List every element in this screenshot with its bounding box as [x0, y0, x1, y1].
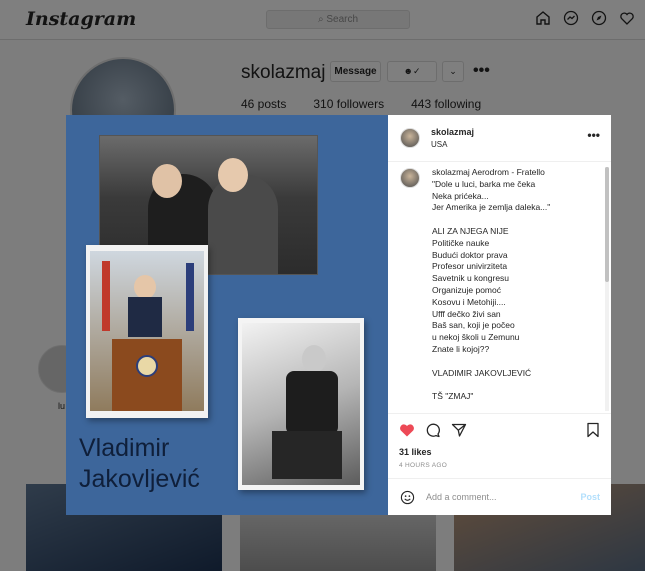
person-legs: [272, 431, 342, 479]
caption-username[interactable]: skolazmaj: [432, 167, 470, 177]
photo-congress-scene: [90, 251, 204, 411]
flag: [186, 263, 194, 331]
person-suit: [128, 297, 162, 337]
person-face: [218, 158, 248, 192]
post-header: skolazmaj USA •••: [388, 115, 611, 162]
seal-icon: [136, 355, 158, 377]
person-face: [134, 275, 156, 299]
likes-count[interactable]: 31 likes: [399, 447, 432, 457]
emoji-icon[interactable]: [400, 490, 415, 505]
photo-congress-podium: [86, 245, 208, 418]
post-location[interactable]: USA: [431, 140, 447, 149]
flag: [102, 261, 110, 331]
photo-bw-scene: [242, 323, 360, 485]
post-caption: skolazmaj Aerodrom - Fratello "Dole u lu…: [432, 167, 597, 411]
post-image: Vladimir Jakovljević: [66, 115, 388, 515]
photo-seated-portrait: [238, 318, 364, 490]
author-username[interactable]: skolazmaj: [431, 127, 474, 137]
comment-bar: Add a comment... Post: [388, 478, 611, 515]
person-face: [302, 345, 326, 373]
caption-scrollbar[interactable]: [605, 167, 609, 411]
caption-author-avatar[interactable]: [400, 168, 420, 188]
post-comment-button[interactable]: Post: [580, 492, 600, 502]
heart-filled-icon[interactable]: [399, 422, 415, 438]
caption-text: Aerodrom - Fratello "Dole u luci, barka …: [432, 167, 551, 402]
comment-icon[interactable]: [425, 422, 441, 438]
post-timestamp[interactable]: 4 HOURS AGO: [399, 462, 447, 469]
author-avatar[interactable]: [400, 128, 420, 148]
comment-input[interactable]: Add a comment...: [426, 492, 497, 502]
bookmark-icon[interactable]: [585, 422, 601, 438]
scrollbar-thumb[interactable]: [605, 167, 609, 282]
person-suit: [286, 371, 338, 435]
post-detail-panel: skolazmaj USA ••• skolazmaj Aerodrom - F…: [388, 115, 611, 515]
image-title-text: Vladimir Jakovljević: [79, 434, 200, 493]
more-options-icon[interactable]: •••: [587, 128, 600, 142]
person-face: [152, 164, 182, 198]
share-icon[interactable]: [451, 422, 467, 438]
person-figure: [208, 174, 278, 274]
